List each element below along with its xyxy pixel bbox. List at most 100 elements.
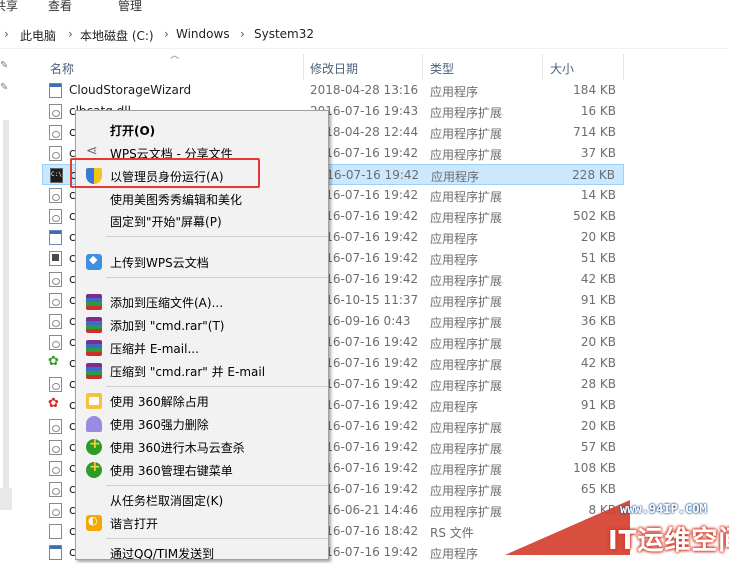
dll-file-icon	[49, 188, 62, 203]
menu-item-upload-wps[interactable]: 上传到WPS云文档	[76, 251, 328, 273]
menu-item-meitu-edit[interactable]: 使用美图秀秀编辑和美化	[76, 188, 328, 210]
column-header-type[interactable]: 类型	[430, 60, 454, 77]
breadcrumb-this-pc[interactable]: 此电脑	[20, 27, 56, 44]
breadcrumb-local-disk[interactable]: 本地磁盘 (C:)	[80, 27, 154, 44]
menu-item-360-manage-menu[interactable]: 使用 360管理右键菜单	[76, 459, 328, 481]
menu-item-open-with[interactable]: 谐言打开	[76, 512, 328, 534]
menu-item-label: 压缩并 E-mail...	[110, 342, 199, 356]
menu-item-add-cmd-rar[interactable]: 添加到 "cmd.rar"(T)	[76, 314, 328, 336]
menu-item-send-qq[interactable]: 通过QQ/TIM发送到	[76, 542, 328, 559]
column-divider[interactable]	[542, 54, 543, 80]
winrar-icon	[86, 363, 102, 379]
dll-file-icon	[49, 482, 62, 497]
360-security-icon	[86, 459, 102, 478]
column-divider[interactable]	[623, 54, 624, 80]
winrar-icon	[86, 340, 102, 356]
menu-item-label: 添加到 "cmd.rar"(T)	[110, 319, 225, 333]
file-size: 65 KB	[580, 482, 616, 496]
file-size: 91 KB	[580, 293, 616, 307]
file-type: 应用程序扩展	[430, 463, 503, 477]
file-size: 502 KB	[573, 209, 616, 223]
file-type: 应用程序	[430, 253, 479, 267]
file-size: 42 KB	[580, 356, 616, 370]
file-type: RS 文件	[430, 526, 474, 540]
app-icon	[86, 514, 102, 531]
menu-item-label: 添加到压缩文件(A)...	[110, 296, 224, 310]
dll-file-icon	[49, 209, 62, 224]
menu-item-unpin-taskbar[interactable]: 从任务栏取消固定(K)	[76, 489, 328, 511]
file-type: 应用程序扩展	[430, 421, 503, 435]
file-type: 应用程序扩展	[430, 274, 503, 288]
gear-icon	[48, 396, 62, 413]
column-header-date[interactable]: 修改日期	[310, 60, 358, 77]
menu-item-label: 上传到WPS云文档	[110, 256, 209, 270]
file-type: 应用程序扩展	[430, 484, 503, 498]
address-bar[interactable]: › 此电脑 › 本地磁盘 (C:) › Windows › System32	[0, 22, 729, 49]
dll-file-icon	[49, 125, 62, 140]
file-size: 28 KB	[580, 377, 616, 391]
application-icon	[49, 230, 62, 245]
ribbon-tab-share[interactable]: 共享	[0, 0, 18, 14]
application-icon	[49, 83, 62, 98]
dll-file-icon	[49, 377, 62, 392]
annotation-highlight-box	[70, 158, 260, 188]
ribbon-tab-manage[interactable]: 管理	[118, 0, 142, 14]
column-header-size[interactable]: 大小	[550, 60, 574, 77]
file-type: 应用程序	[430, 232, 479, 246]
breadcrumb-windows[interactable]: Windows	[176, 27, 230, 41]
dll-file-icon	[49, 146, 62, 161]
winrar-icon	[86, 294, 102, 310]
menu-item-360-force-delete[interactable]: 使用 360强力删除	[76, 413, 328, 435]
file-size: 42 KB	[580, 272, 616, 286]
wps-cloud-icon	[86, 253, 102, 270]
file-size: 57 KB	[580, 440, 616, 454]
menu-item-360-scan[interactable]: 使用 360进行木马云查杀	[76, 436, 328, 458]
file-size: 228 KB	[572, 168, 615, 182]
watermark-logo: IT运维空间	[608, 526, 729, 556]
navigation-pane[interactable]: ✎ ✎	[0, 50, 12, 555]
file-type: 应用程序扩展	[430, 337, 503, 351]
chevron-right-icon: ›	[240, 27, 245, 41]
chevron-right-icon: ›	[68, 27, 73, 41]
dll-file-icon	[49, 293, 62, 308]
table-row[interactable]: CloudStorageWizard 2018-04-28 13:16 应用程序 18…	[42, 80, 624, 101]
file-type: 应用程序扩展	[430, 379, 503, 393]
dll-file-icon	[49, 440, 62, 455]
menu-item-label: 使用 360管理右键菜单	[110, 464, 233, 478]
file-type: 应用程序扩展	[430, 295, 503, 309]
breadcrumb-system32[interactable]: System32	[254, 27, 314, 41]
cmd-icon	[50, 168, 63, 183]
pin-icon: ✎	[0, 82, 9, 93]
file-type: 应用程序扩展	[430, 106, 503, 120]
nav-scrollbar[interactable]	[3, 120, 9, 500]
column-divider[interactable]	[422, 54, 423, 80]
file-name: CloudStorageWizard	[69, 83, 192, 97]
menu-item-compress-cmd-email[interactable]: 压缩到 "cmd.rar" 并 E-mail	[76, 360, 328, 382]
file-type: 应用程序	[431, 170, 480, 184]
menu-item-compress-email[interactable]: 压缩并 E-mail...	[76, 337, 328, 359]
ribbon-tab-view[interactable]: 查看	[48, 0, 72, 14]
menu-item-add-archive[interactable]: 添加到压缩文件(A)...	[76, 291, 328, 313]
nav-selected-item[interactable]	[0, 488, 12, 510]
menu-item-pin-start[interactable]: 固定到"开始"屏幕(P)	[76, 210, 328, 232]
menu-item-360-unlock[interactable]: 使用 360解除占用	[76, 390, 328, 412]
menu-item-open[interactable]: 打开(O)	[76, 119, 328, 141]
file-size: 14 KB	[580, 188, 616, 202]
menu-separator	[106, 277, 328, 278]
file-type: 应用程序	[430, 85, 479, 99]
file-type: 应用程序	[430, 547, 479, 561]
file-size: 91 KB	[580, 398, 616, 412]
menu-separator	[106, 485, 328, 486]
file-type: 应用程序扩展	[430, 127, 503, 141]
file-size: 37 KB	[580, 146, 616, 160]
file-size: 20 KB	[580, 419, 616, 433]
menu-separator	[106, 386, 328, 387]
dll-file-icon	[49, 314, 62, 329]
settings-file-icon	[49, 251, 62, 266]
column-divider[interactable]	[303, 54, 304, 80]
ribbon-tabs: 共享 查看 管理	[0, 0, 729, 14]
column-header-name[interactable]: 名称	[50, 60, 74, 77]
file-size: 714 KB	[573, 125, 616, 139]
text-file-icon	[49, 524, 62, 539]
file-type: 应用程序	[430, 400, 479, 414]
